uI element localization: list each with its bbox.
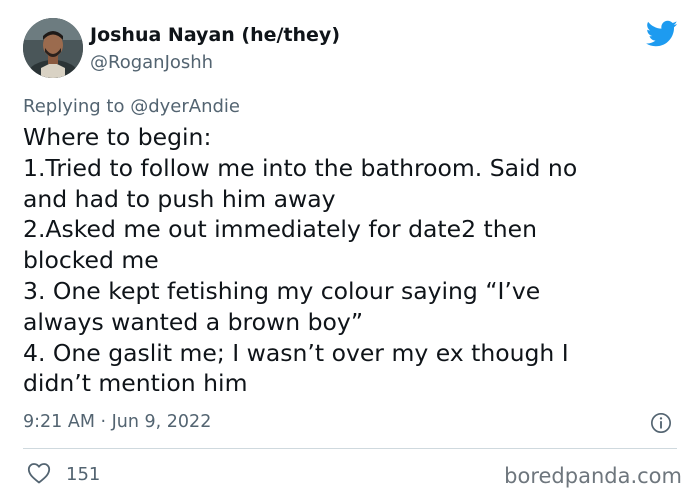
tweet-text: Where to begin: 1.Tried to follow me int… (23, 122, 673, 399)
like-count: 151 (66, 464, 101, 485)
avatar[interactable] (23, 18, 83, 78)
tweet-text-line: Where to begin: (23, 123, 212, 151)
tweet-text-line: blocked me (23, 246, 159, 275)
info-icon[interactable] (650, 412, 672, 434)
twitter-bird-icon (646, 20, 678, 47)
tweet-timestamp[interactable]: 9:21 AM · Jun 9, 2022 (23, 412, 211, 432)
author-handle[interactable]: @RoganJoshh (90, 52, 213, 73)
watermark: boredpanda.com (504, 464, 682, 488)
tweet-text-line: always wanted a brown boy” (23, 307, 364, 336)
replying-to: Replying to @dyerAndie (23, 96, 240, 117)
tweet-text-line: 2.Asked me out immediately for date2 the… (23, 215, 537, 244)
heart-icon[interactable] (27, 462, 51, 484)
tweet-text-line: didn’t mention him (23, 369, 248, 398)
tweet-text-line: 1.Tried to follow me into the bathroom. … (23, 153, 578, 182)
tweet-text-line: 3. One kept fetishing my colour saying “… (23, 276, 541, 305)
tweet-text-line: and had to push him away (23, 184, 336, 213)
tweet-text-line: 4. One gaslit me; I wasn’t over my ex th… (23, 338, 569, 367)
tweet-card: Joshua Nayan (he/they) @RoganJoshh Reply… (0, 0, 700, 502)
replying-handle-link[interactable]: @dyerAndie (130, 96, 240, 117)
divider (23, 448, 677, 449)
replying-prefix: Replying to (23, 96, 131, 117)
author-name[interactable]: Joshua Nayan (he/they) (90, 24, 340, 46)
